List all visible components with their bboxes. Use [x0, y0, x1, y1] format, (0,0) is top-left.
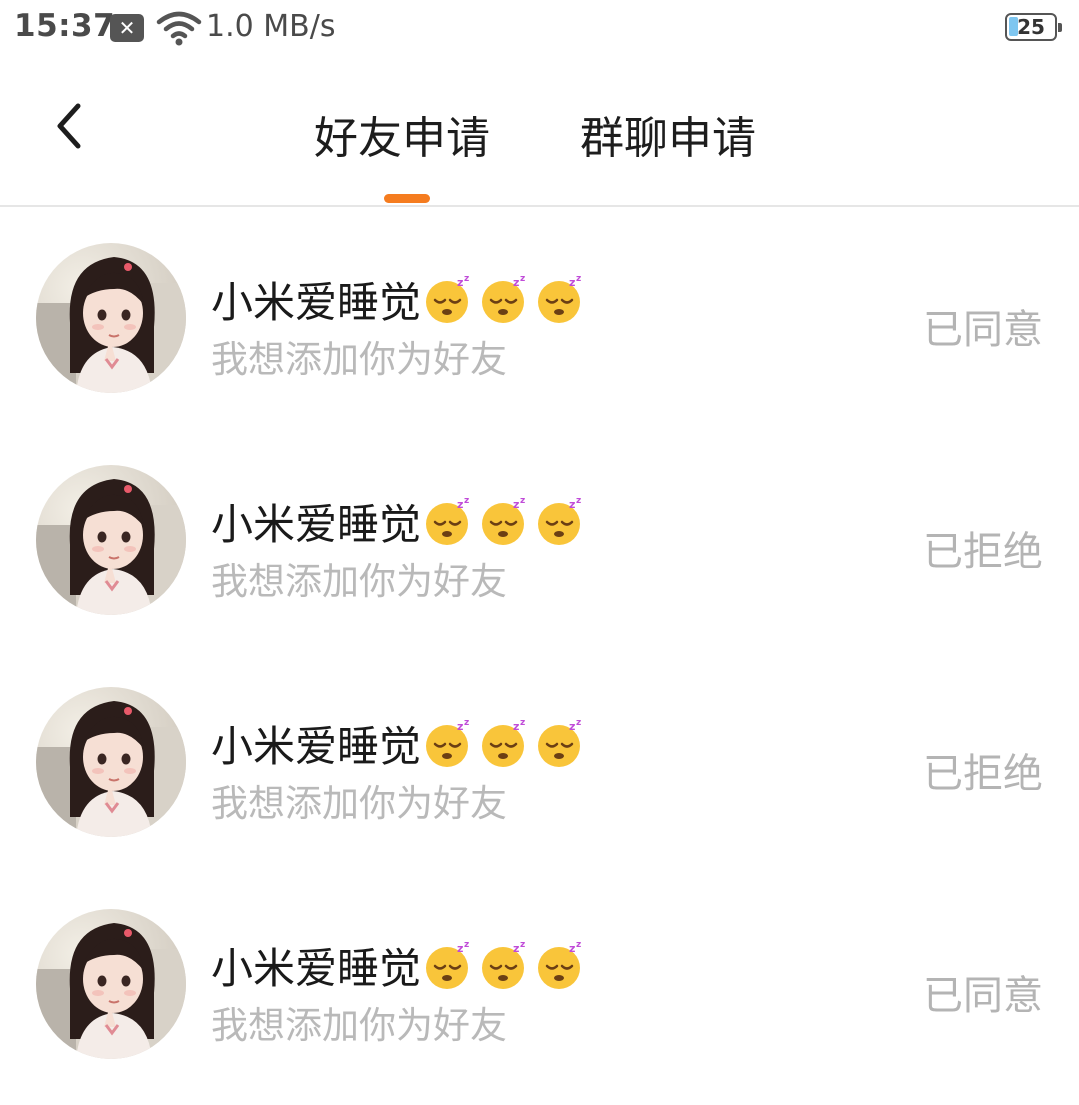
tab-friend-requests[interactable]: 好友申请: [314, 102, 490, 166]
sleeping-face-icon: z z: [482, 718, 525, 767]
username-text: 小米爱睡觉: [211, 278, 422, 327]
emoji-group: z z z z z z: [423, 496, 591, 548]
emoji-group: z z z z z z: [423, 718, 591, 770]
request-message: 我想添加你为好友: [211, 338, 507, 381]
avatar[interactable]: [36, 687, 186, 837]
sleeping-face-icon: z z: [426, 940, 469, 989]
header: 好友申请 群聊申请: [0, 56, 1079, 206]
request-status: 已同意: [923, 307, 1043, 353]
avatar[interactable]: [36, 465, 186, 615]
tab-group-requests[interactable]: 群聊申请: [580, 102, 756, 166]
svg-text:z: z: [569, 720, 575, 733]
request-status: 已拒绝: [923, 529, 1043, 575]
svg-text:z: z: [513, 720, 519, 733]
svg-text:z: z: [576, 718, 581, 728]
sleeping-face-icon: z z: [482, 496, 525, 545]
svg-text:z: z: [520, 718, 525, 728]
sleeping-face-icon: z z: [538, 718, 581, 767]
svg-text:z: z: [520, 496, 525, 506]
battery-icon: 25: [1005, 13, 1062, 41]
sleeping-face-icon: z z: [538, 940, 581, 989]
svg-text:z: z: [457, 720, 463, 733]
username: 小米爱睡觉 z z z z z z: [211, 713, 591, 774]
back-button[interactable]: [40, 96, 100, 156]
request-list: 小米爱睡觉 z z z z z z 我想添加你为好友 已同意 小米爱睡觉 z z…: [0, 207, 1079, 1095]
username: 小米爱睡觉 z z z z z z: [211, 269, 591, 330]
sleeping-face-icon: z z: [426, 496, 469, 545]
emoji-group: z z z z z z: [423, 940, 591, 992]
svg-text:z: z: [576, 274, 581, 284]
network-speed: 1.0 MB/s: [206, 9, 336, 44]
username-text: 小米爱睡觉: [211, 722, 422, 771]
username-text: 小米爱睡觉: [211, 500, 422, 549]
svg-text:z: z: [576, 496, 581, 506]
request-status: 已拒绝: [923, 751, 1043, 797]
svg-text:z: z: [464, 496, 469, 506]
list-item[interactable]: 小米爱睡觉 z z z z z z 我想添加你为好友 已拒绝: [0, 651, 1079, 873]
svg-text:z: z: [464, 274, 469, 284]
sleeping-face-icon: z z: [426, 274, 469, 323]
svg-text:z: z: [464, 940, 469, 950]
svg-text:z: z: [520, 274, 525, 284]
sleeping-face-icon: z z: [538, 274, 581, 323]
request-message: 我想添加你为好友: [211, 560, 507, 603]
svg-text:z: z: [520, 940, 525, 950]
avatar[interactable]: [36, 243, 186, 393]
close-box-icon: ✕: [110, 14, 144, 42]
status-time: 15:37: [14, 8, 116, 44]
list-item[interactable]: 小米爱睡觉 z z z z z z 我想添加你为好友 已同意: [0, 207, 1079, 429]
username: 小米爱睡觉 z z z z z z: [211, 935, 591, 996]
wifi-icon: [156, 10, 202, 50]
request-message: 我想添加你为好友: [211, 1004, 507, 1047]
svg-text:z: z: [457, 276, 463, 289]
username-text: 小米爱睡觉: [211, 944, 422, 993]
svg-text:z: z: [457, 498, 463, 511]
list-item[interactable]: 小米爱睡觉 z z z z z z 我想添加你为好友 已同意: [0, 873, 1079, 1095]
svg-text:z: z: [457, 942, 463, 955]
svg-text:z: z: [569, 276, 575, 289]
svg-text:z: z: [576, 940, 581, 950]
svg-text:z: z: [513, 276, 519, 289]
sleeping-face-icon: z z: [426, 718, 469, 767]
status-bar: 15:37 ✕ 1.0 MB/s 25: [0, 0, 1079, 56]
battery-level: 25: [1017, 15, 1045, 39]
request-message: 我想添加你为好友: [211, 782, 507, 825]
sleeping-face-icon: z z: [538, 496, 581, 545]
svg-text:z: z: [513, 498, 519, 511]
emoji-group: z z z z z z: [423, 274, 591, 326]
list-item[interactable]: 小米爱睡觉 z z z z z z 我想添加你为好友 已拒绝: [0, 429, 1079, 651]
avatar[interactable]: [36, 909, 186, 1059]
active-tab-indicator: [384, 194, 430, 203]
username: 小米爱睡觉 z z z z z z: [211, 491, 591, 552]
svg-text:z: z: [569, 498, 575, 511]
svg-text:z: z: [464, 718, 469, 728]
sleeping-face-icon: z z: [482, 274, 525, 323]
request-status: 已同意: [923, 973, 1043, 1019]
svg-text:z: z: [569, 942, 575, 955]
sleeping-face-icon: z z: [482, 940, 525, 989]
chevron-left-icon: [57, 103, 81, 149]
svg-text:z: z: [513, 942, 519, 955]
